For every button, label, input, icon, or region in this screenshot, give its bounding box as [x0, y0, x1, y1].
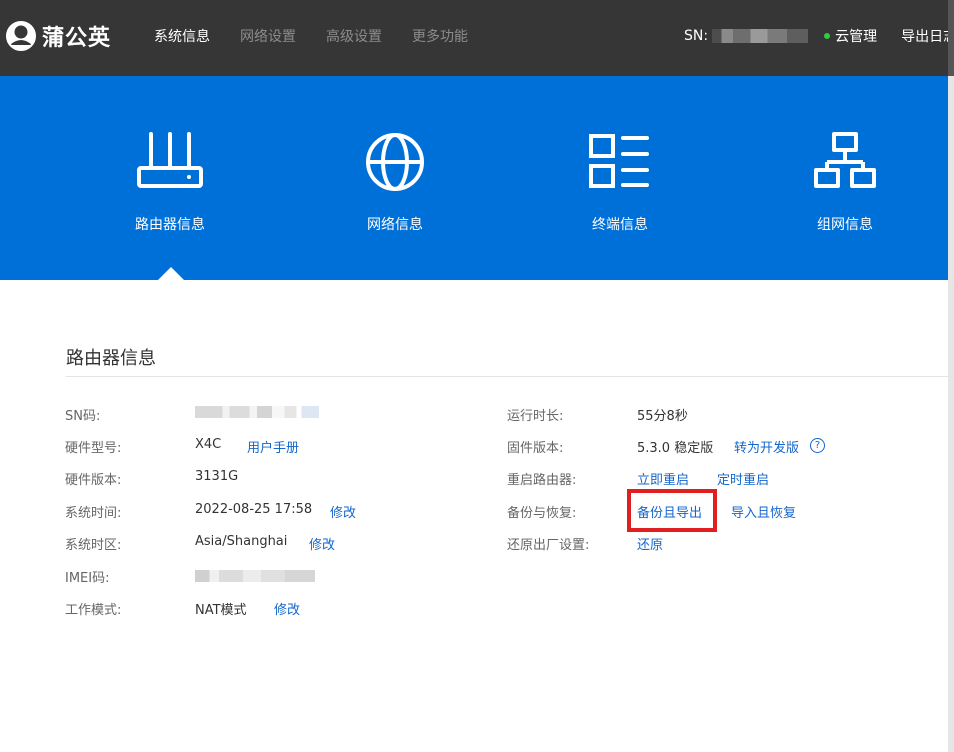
scheduled-reboot-link[interactable]: 定时重启: [717, 469, 769, 488]
user-manual-link[interactable]: 用户手册: [247, 437, 299, 456]
edit-system-time-link[interactable]: 修改: [330, 502, 356, 521]
model-label: 硬件型号:: [65, 441, 122, 456]
tab-router-info[interactable]: 路由器信息: [90, 130, 250, 234]
backup-export-link[interactable]: 备份且导出: [637, 502, 702, 521]
firmware-version-label: 固件版本:: [507, 441, 564, 456]
tab-label-terminal-info: 终端信息: [592, 217, 648, 233]
globe-icon: [366, 133, 424, 191]
nav-advanced-settings[interactable]: 高级设置: [326, 26, 382, 46]
backup-restore-label: 备份与恢复:: [507, 506, 577, 521]
title-divider: [66, 376, 948, 377]
firmware-version-value: 5.3.0 稳定版: [637, 441, 714, 456]
tab-network-info[interactable]: 网络信息: [315, 130, 475, 234]
main-nav: 系统信息 网络设置 高级设置 更多功能: [154, 26, 498, 46]
reboot-now-link[interactable]: 立即重启: [637, 469, 689, 488]
scrollbar-thumb[interactable]: [948, 0, 954, 76]
page-scrollbar[interactable]: [948, 0, 954, 752]
router-icon: [137, 132, 203, 188]
sn-prefix: SN:: [684, 28, 709, 44]
active-tab-pointer: [158, 267, 184, 280]
system-time-value: 2022-08-25 17:58: [195, 502, 313, 517]
factory-reset-link[interactable]: 还原: [637, 534, 663, 553]
system-time-label: 系统时间:: [65, 506, 122, 521]
sn-label: SN码:: [65, 409, 101, 424]
router-info-card: 路由器信息 SN码: 硬件型号: X4C 用户手册 硬件版本: 3131G 系统…: [6, 280, 948, 752]
sn-value-redacted: [195, 406, 319, 418]
tab-networking-info[interactable]: 组网信息: [765, 130, 925, 234]
section-title: 路由器信息: [66, 348, 156, 369]
hardware-version-label: 硬件版本:: [65, 473, 122, 488]
imei-value-redacted: [195, 570, 315, 582]
factory-reset-label: 还原出厂设置:: [507, 538, 590, 553]
help-icon[interactable]: ?: [810, 438, 825, 453]
uptime-value: 55分8秒: [637, 409, 688, 424]
export-log-link[interactable]: 导出日志: [901, 26, 954, 46]
uptime-label: 运行时长:: [507, 409, 564, 424]
nav-system-info[interactable]: 系统信息: [154, 26, 210, 46]
model-value: X4C: [195, 437, 222, 452]
online-status-dot: [824, 33, 831, 39]
work-mode-label: 工作模式:: [65, 603, 122, 618]
tab-terminal-info[interactable]: 终端信息: [540, 130, 700, 234]
timezone-label: 系统时区:: [65, 538, 122, 553]
reboot-label: 重启路由器:: [507, 473, 577, 488]
header-right: SN: 云管理 导出日志: [684, 26, 954, 46]
sn-redacted: [712, 29, 809, 43]
timezone-value: Asia/Shanghai: [195, 534, 288, 549]
import-restore-link[interactable]: 导入且恢复: [731, 502, 796, 521]
cloud-management-link[interactable]: 云管理: [835, 26, 877, 46]
switch-to-dev-link[interactable]: 转为开发版: [734, 437, 799, 456]
edit-timezone-link[interactable]: 修改: [309, 534, 335, 553]
nav-network-settings[interactable]: 网络设置: [240, 26, 296, 46]
info-tabs-banner: 路由器信息 网络信息 终端信息 组网信息: [0, 76, 948, 280]
tab-label-network-info: 网络信息: [367, 217, 423, 233]
work-mode-value: NAT模式: [195, 603, 247, 618]
logo[interactable]: 蒲公英: [6, 20, 111, 52]
logo-text: 蒲公英: [42, 26, 112, 51]
topology-icon: [814, 132, 876, 188]
imei-label: IMEI码:: [65, 571, 110, 586]
nav-more-features[interactable]: 更多功能: [412, 26, 468, 46]
tab-label-networking-info: 组网信息: [817, 217, 873, 233]
top-bar: 蒲公英 系统信息 网络设置 高级设置 更多功能 SN: 云管理 导出日志: [0, 0, 954, 76]
tab-label-router-info: 路由器信息: [135, 217, 205, 233]
hardware-version-value: 3131G: [195, 469, 239, 484]
list-icon: [589, 134, 649, 188]
edit-work-mode-link[interactable]: 修改: [274, 599, 300, 618]
logo-icon: [6, 21, 36, 51]
